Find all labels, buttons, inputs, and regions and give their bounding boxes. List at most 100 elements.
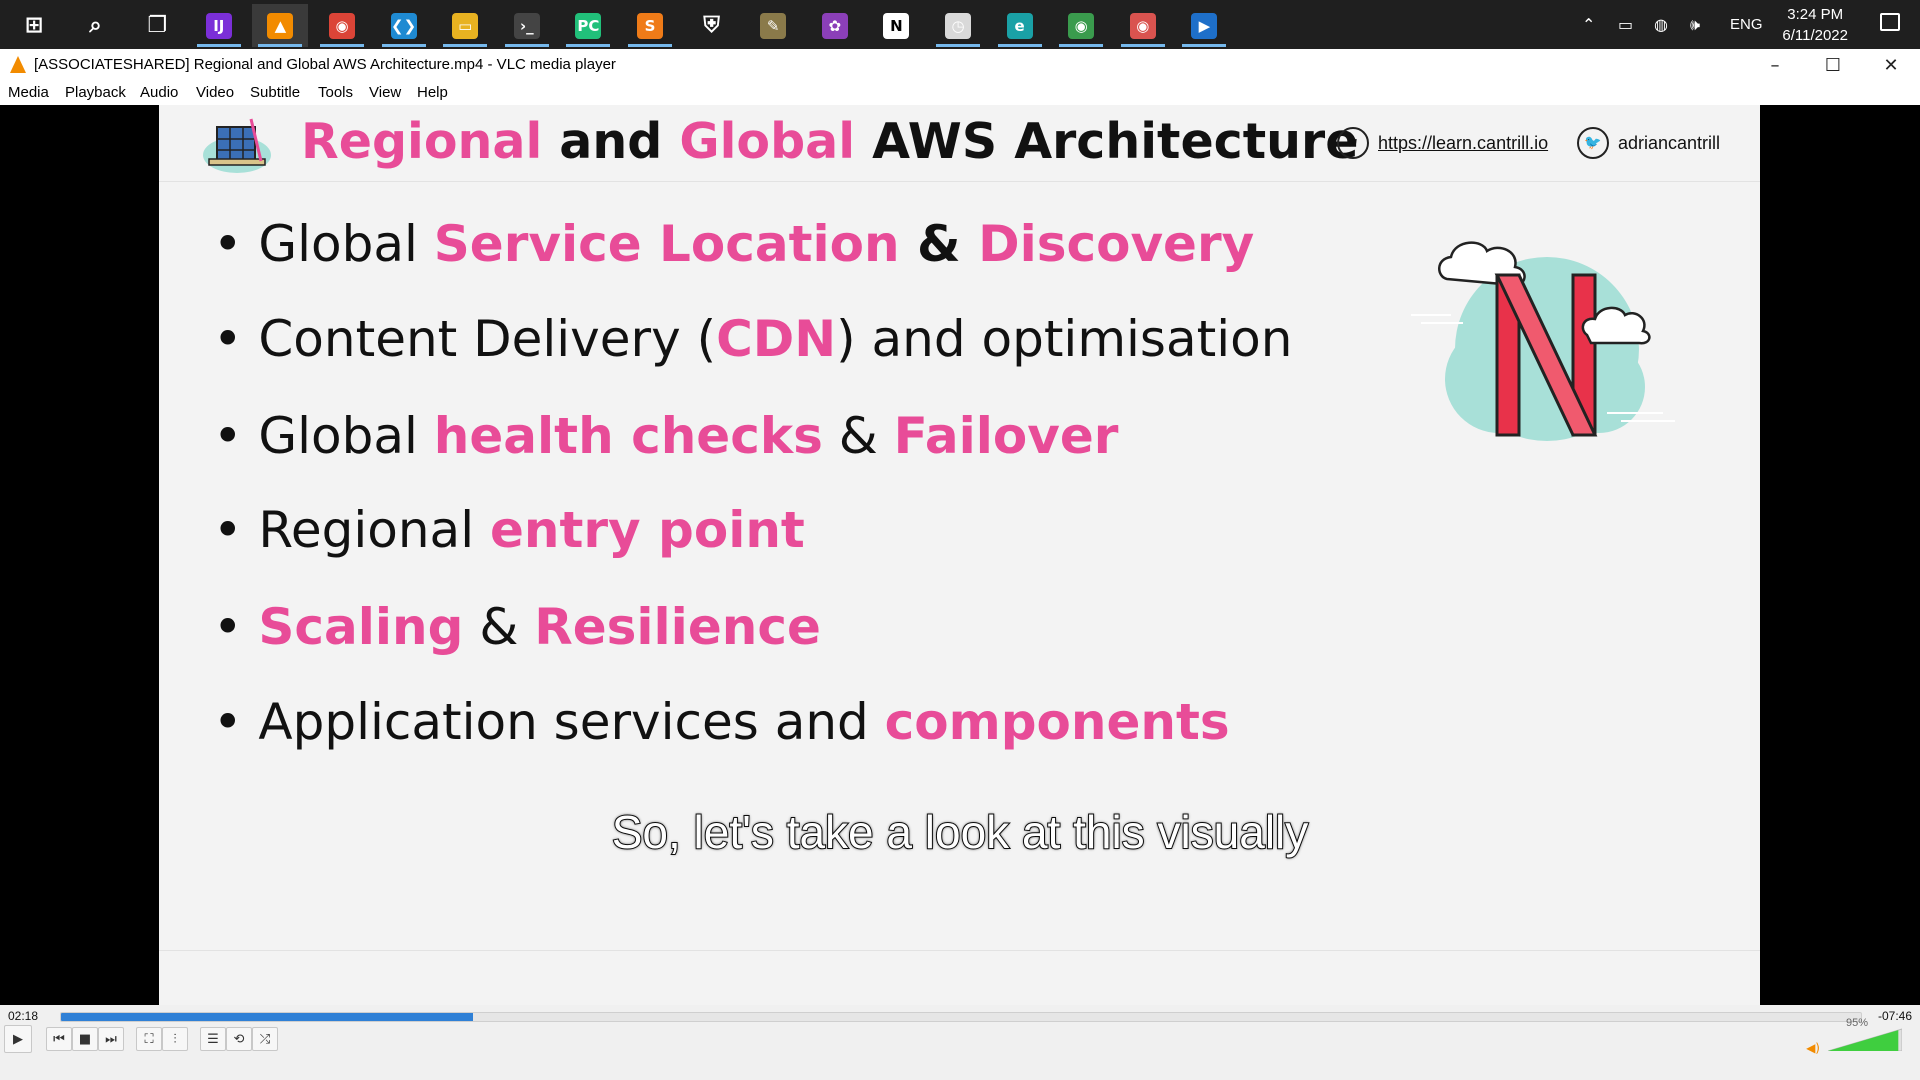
previous-icon[interactable]: ⏮ xyxy=(46,1027,72,1051)
menu-tools[interactable]: Tools xyxy=(318,84,353,101)
play-button[interactable]: ▶ xyxy=(4,1025,32,1053)
bullet-dot: • xyxy=(213,501,259,559)
netflix-cloud-logo-icon xyxy=(1411,241,1675,441)
title-part: AWS Architecture xyxy=(855,113,1359,170)
taskbar-app[interactable]: ⌕ xyxy=(68,4,124,47)
taskbar-app[interactable]: ⊞ xyxy=(6,4,62,47)
language-indicator[interactable]: ENG xyxy=(1730,16,1763,33)
taskbar-app[interactable]: N xyxy=(868,4,924,47)
task-view-icon: ❐ xyxy=(147,13,168,38)
edge-icon: e xyxy=(1006,12,1033,39)
next-icon[interactable]: ⏭ xyxy=(98,1027,124,1051)
fullscreen-icon[interactable]: ⛶ xyxy=(136,1027,162,1051)
network-globe-icon[interactable]: ◍ xyxy=(1654,15,1668,34)
taskbar-app[interactable]: ❐ xyxy=(129,4,185,47)
notifications-icon[interactable] xyxy=(1880,13,1900,31)
running-indicator xyxy=(258,44,303,47)
file-explorer-icon: ▭ xyxy=(452,12,479,39)
menu-bar: Media Playback Audio Video Subtitle Tool… xyxy=(0,81,1920,105)
minimize-button[interactable]: – xyxy=(1746,49,1804,81)
taskbar-app[interactable]: ▲ xyxy=(252,4,309,47)
taskbar-app[interactable]: S xyxy=(622,4,678,47)
menu-audio[interactable]: Audio xyxy=(140,84,178,101)
sublime-icon: S xyxy=(637,12,663,39)
twitter-bird-icon: 🐦 xyxy=(1577,127,1609,159)
playlist-icon[interactable]: ☰ xyxy=(200,1027,226,1051)
shuffle-icon[interactable]: ⤮ xyxy=(252,1027,278,1051)
chrome-alt-icon: ◉ xyxy=(1129,12,1156,39)
vlc-cone-icon xyxy=(10,56,26,73)
media-player-icon: ▶ xyxy=(1191,12,1218,39)
speaker-icon[interactable]: 🕪 xyxy=(1690,15,1700,35)
taskbar-app[interactable]: ⛨ xyxy=(684,4,740,47)
elapsed-time: 02:18 xyxy=(8,1009,39,1023)
bullet-text: Scaling xyxy=(258,598,464,656)
slide-header: Regional and Global AWS Architecture ➚ h… xyxy=(159,105,1760,182)
website-link: ➚ https://learn.cantrill.io xyxy=(1337,127,1548,159)
video-display[interactable]: Regional and Global AWS Architecture ➚ h… xyxy=(0,105,1920,1005)
bullet-dot: • xyxy=(213,598,259,656)
maximize-button[interactable]: ☐ xyxy=(1804,49,1862,81)
menu-view[interactable]: View xyxy=(369,84,401,101)
twitter-username: adriancantrill xyxy=(1618,132,1721,153)
bullet-text: Regional xyxy=(258,501,490,559)
taskbar-clock[interactable]: 3:24 PM 6/11/2022 xyxy=(1782,4,1848,46)
window-title: [ASSOCIATESHARED] Regional and Global AW… xyxy=(34,56,616,73)
menu-subtitle[interactable]: Subtitle xyxy=(250,84,300,101)
loop-icon[interactable]: ⟲ xyxy=(226,1027,252,1051)
running-indicator xyxy=(628,44,672,47)
remaining-time[interactable]: -07:46 xyxy=(1878,1009,1912,1023)
window-titlebar: [ASSOCIATESHARED] Regional and Global AW… xyxy=(0,49,1920,81)
bullet-dot: • xyxy=(213,310,259,368)
close-button[interactable]: ✕ xyxy=(1862,49,1920,81)
taskbar-app[interactable]: ▭ xyxy=(437,4,493,47)
menu-help[interactable]: Help xyxy=(417,84,448,101)
bullet-text: entry point xyxy=(489,501,805,559)
bullet-dot: • xyxy=(213,215,259,273)
taskbar-app[interactable]: ›_ xyxy=(499,4,555,47)
running-indicator xyxy=(997,44,1042,47)
taskbar-app[interactable]: ❮❯ xyxy=(376,4,432,47)
taskbar-app[interactable]: ◷ xyxy=(930,4,986,47)
bullet-item: • Application services and components xyxy=(213,693,1230,751)
taskbar-app[interactable]: ✿ xyxy=(807,4,863,47)
intellij-icon: IJ xyxy=(205,12,232,39)
taskbar-app[interactable]: ◉ xyxy=(314,4,370,47)
taskbar-app[interactable]: ◉ xyxy=(1053,4,1109,47)
menu-media[interactable]: Media xyxy=(8,84,49,101)
clock-app-icon: ◷ xyxy=(945,12,971,39)
bullet-text: & xyxy=(463,598,535,656)
taskbar-app[interactable]: e xyxy=(992,4,1048,47)
volume-speaker-icon[interactable]: ◀) xyxy=(1806,1041,1820,1055)
slide-title: Regional and Global AWS Architecture xyxy=(301,113,1358,170)
battery-icon[interactable]: ▭ xyxy=(1618,15,1633,34)
volume-slider[interactable] xyxy=(1828,1027,1902,1051)
bullet-text: & xyxy=(822,407,894,465)
taskbar-app[interactable]: ◉ xyxy=(1115,4,1171,47)
title-part: Global xyxy=(679,113,856,170)
bullet-text: ) and optimisation xyxy=(836,310,1293,368)
running-indicator xyxy=(443,44,488,47)
running-indicator xyxy=(504,44,549,47)
security-shield-icon: ⛨ xyxy=(703,13,720,38)
architecture-logo-icon xyxy=(203,118,271,173)
player-controls: 02:18 -07:46 ▶ ⏮ ■ ⏭ ⛶ ⫶ ☰ ⟲ ⤮ ◀) 95% xyxy=(0,1005,1920,1080)
seek-slider[interactable] xyxy=(60,1012,1862,1022)
title-part: and xyxy=(542,113,680,170)
menu-playback[interactable]: Playback xyxy=(65,84,126,101)
extended-settings-icon[interactable]: ⫶ xyxy=(162,1027,188,1051)
bullet-item: • Global Service Location & Discovery xyxy=(213,215,1254,273)
taskbar-app[interactable]: ▶ xyxy=(1176,4,1232,47)
menu-video[interactable]: Video xyxy=(196,84,234,101)
taskbar-app[interactable]: PC xyxy=(560,4,616,47)
bullet-text: Resilience xyxy=(534,598,821,656)
taskbar-app[interactable]: IJ xyxy=(191,4,247,47)
stop-icon[interactable]: ■ xyxy=(72,1027,98,1051)
terminal-icon: ›_ xyxy=(513,12,540,39)
chevron-up-icon[interactable]: ⌃ xyxy=(1582,15,1602,34)
running-indicator xyxy=(196,44,241,47)
running-indicator xyxy=(566,44,611,47)
taskbar-app[interactable]: ✎ xyxy=(745,4,801,47)
bullet-item: • Content Delivery (CDN) and optimisatio… xyxy=(213,310,1292,368)
bullet-text: Failover xyxy=(893,407,1119,465)
